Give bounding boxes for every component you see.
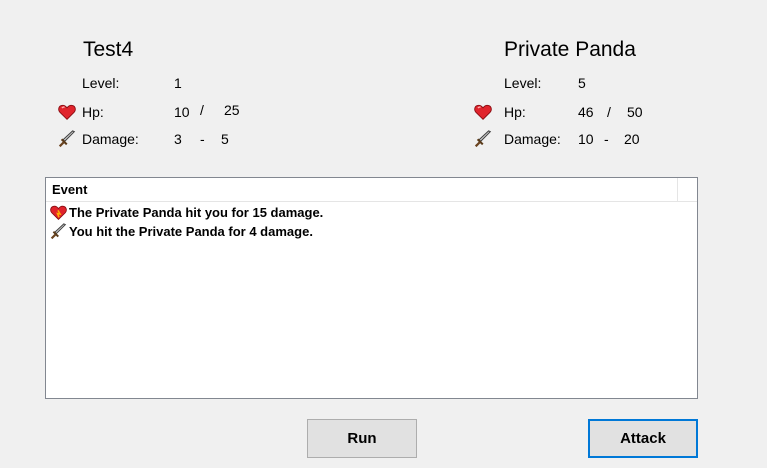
event-log-header: Event bbox=[46, 178, 697, 202]
event-row-text: You hit the Private Panda for 4 damage. bbox=[69, 224, 313, 239]
attack-button[interactable]: Attack bbox=[588, 419, 698, 458]
heart-icon bbox=[50, 204, 67, 221]
enemy-hp-label: Hp: bbox=[504, 104, 526, 120]
enemy-damage-separator: - bbox=[604, 131, 609, 147]
player-level-value: 1 bbox=[174, 75, 182, 91]
enemy-name: Private Panda bbox=[504, 38, 636, 61]
player-damage-separator: - bbox=[200, 131, 205, 147]
enemy-hp-max: 50 bbox=[627, 104, 643, 120]
player-hp-current: 10 bbox=[174, 104, 190, 120]
player-name: Test4 bbox=[83, 38, 134, 61]
player-hp-separator: / bbox=[200, 102, 204, 118]
enemy-damage-max: 20 bbox=[624, 131, 640, 147]
enemy-hp-separator: / bbox=[607, 104, 611, 120]
enemy-damage-min: 10 bbox=[578, 131, 594, 147]
event-row-text: The Private Panda hit you for 15 damage. bbox=[69, 205, 324, 220]
heart-icon bbox=[58, 103, 76, 121]
sword-icon bbox=[58, 130, 76, 148]
event-log[interactable]: Event The Private Panda hit you for 15 d… bbox=[45, 177, 698, 399]
run-button[interactable]: Run bbox=[307, 419, 417, 458]
enemy-hp-current: 46 bbox=[578, 104, 594, 120]
player-damage-min: 3 bbox=[174, 131, 182, 147]
enemy-damage-label: Damage: bbox=[504, 131, 561, 147]
player-hp-label: Hp: bbox=[82, 104, 104, 120]
player-hp-max: 25 bbox=[224, 102, 240, 118]
sword-icon bbox=[50, 223, 67, 240]
player-level-label: Level: bbox=[82, 75, 120, 91]
heart-icon bbox=[474, 103, 492, 121]
enemy-level-label: Level: bbox=[504, 75, 542, 91]
event-column-label: Event bbox=[52, 182, 88, 197]
sword-icon bbox=[474, 130, 492, 148]
player-damage-max: 5 bbox=[221, 131, 229, 147]
player-damage-label: Damage: bbox=[82, 131, 139, 147]
event-column-header[interactable]: Event bbox=[46, 178, 678, 201]
enemy-level-value: 5 bbox=[578, 75, 586, 91]
